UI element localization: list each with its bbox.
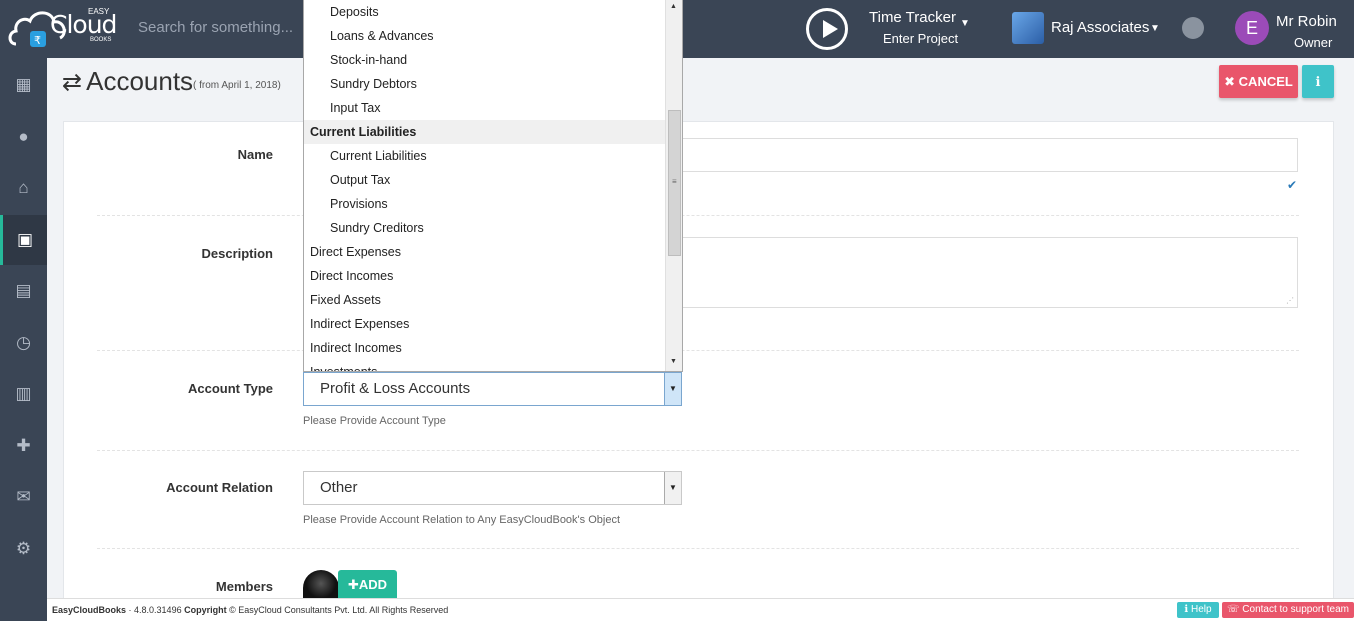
footer: EasyCloudBooks · 4.8.0.31496 Copyright ©… (47, 598, 1354, 621)
dashboard-icon[interactable]: ▦ (0, 60, 47, 110)
dropdown-option[interactable]: Indirect Incomes (304, 336, 666, 360)
newspaper-icon[interactable]: ▥ (0, 369, 47, 419)
support-label: Contact to support team (1242, 604, 1350, 615)
dropdown-option[interactable]: Fixed Assets (304, 288, 666, 312)
caret-down-icon[interactable]: ▼ (960, 18, 970, 29)
user-icon[interactable]: ● (0, 112, 47, 162)
divider (97, 450, 1299, 451)
dropdown-option[interactable]: Sundry Debtors (304, 72, 666, 96)
account-type-label: Account Type (188, 381, 273, 396)
info-icon: ℹ (1315, 74, 1321, 89)
account-type-dropdown-list[interactable]: Investments Indirect Incomes Indirect Expe… (303, 0, 683, 372)
scroll-up-arrow-icon[interactable]: ▲ (670, 3, 677, 10)
account-relation-label: Account Relation (166, 480, 273, 495)
account-type-select[interactable]: Profit & Loss Accounts ▼ (303, 372, 682, 406)
account-relation-value: Other (320, 479, 358, 496)
dropdown-option[interactable]: Input Tax (304, 96, 666, 120)
description-label: Description (201, 246, 273, 261)
account-relation-help: Please Provide Account Relation to Any E… (303, 514, 621, 526)
logo-easy-text: EASY (88, 7, 110, 16)
page-title-text: Accounts (86, 66, 194, 96)
divider (97, 350, 1299, 351)
dropdown-option[interactable]: Deposits (304, 0, 666, 24)
select-arrow-icon[interactable]: ▼ (664, 472, 681, 504)
exchange-icon: ⇄ (62, 69, 83, 96)
account-type-help: Please Provide Account Type (303, 415, 446, 427)
user-avatar[interactable]: E (1235, 11, 1269, 45)
members-label: Members (215, 579, 273, 594)
globe-icon[interactable] (1182, 17, 1204, 39)
document-icon[interactable]: ▤ (0, 266, 47, 316)
select-arrow-icon[interactable]: ▼ (664, 373, 681, 405)
dropdown-option[interactable]: Stock-in-hand (304, 48, 666, 72)
footer-brand: EasyCloudBooks (52, 605, 127, 615)
help-button[interactable]: ℹ Help (1177, 602, 1219, 618)
company-switcher[interactable]: Raj Associates (1051, 19, 1149, 36)
account-type-value: Profit & Loss Accounts (320, 380, 471, 397)
divider (97, 215, 1299, 216)
dropdown-option[interactable]: Direct Incomes (304, 264, 666, 288)
dropdown-option[interactable]: Output Tax (304, 168, 666, 192)
add-member-button[interactable]: ✚ADD (338, 570, 397, 600)
user-name[interactable]: Mr Robin (1276, 13, 1337, 30)
envelope-icon[interactable]: ✉ (0, 472, 47, 522)
add-label: ADD (358, 577, 388, 592)
dropdown-option[interactable]: Direct Expenses (304, 240, 666, 264)
footer-version: · 4.8.0.31496 (126, 605, 185, 615)
page-subtitle: ( from April 1, 2018) (193, 80, 281, 91)
sidebar: ▦ ● ⌂ ▣ ▤ ◷ ▥ ✚ ✉ ⚙ (0, 58, 47, 621)
dropdown-option[interactable]: Current Liabilities (304, 144, 666, 168)
check-icon: ✔ (1287, 178, 1298, 192)
search-input[interactable]: Search for something... (138, 19, 293, 36)
plus-icon[interactable]: ✚ (0, 421, 47, 471)
account-relation-select[interactable]: Other ▼ (303, 471, 682, 505)
bank-icon[interactable]: ⌂ (0, 163, 47, 213)
dropdown-scrollbar[interactable]: ▲ ≡ ▼ (665, 0, 682, 371)
gear-icon[interactable]: ⚙ (0, 524, 47, 574)
help-label: Help (1191, 604, 1212, 615)
logo-books-text: BOOKS (90, 37, 112, 43)
cancel-button[interactable]: ✖ CANCEL (1219, 65, 1298, 98)
dropdown-option[interactable]: Sundry Creditors (304, 216, 666, 240)
member-avatar[interactable] (303, 570, 339, 600)
app-logo[interactable]: ₹ Cloud EASY BOOKS (8, 4, 123, 52)
dropdown-option[interactable]: Investments (304, 360, 666, 371)
time-tracker-project[interactable]: Enter Project (883, 31, 958, 46)
time-tracker-title[interactable]: Time Tracker (869, 9, 956, 26)
clock-icon[interactable]: ◷ (0, 318, 47, 368)
footer-copyright-label: Copyright (184, 605, 227, 615)
dropdown-option[interactable]: Indirect Expenses (304, 312, 666, 336)
caret-down-icon[interactable]: ▼ (1150, 23, 1160, 34)
scroll-down-arrow-icon[interactable]: ▼ (670, 358, 677, 365)
divider (97, 548, 1299, 549)
dropdown-group-header: Current Liabilities (304, 120, 666, 144)
dropdown-option[interactable]: Provisions (304, 192, 666, 216)
briefcase-icon[interactable]: ▣ (0, 214, 47, 265)
user-role: Owner (1294, 35, 1333, 50)
name-label: Name (237, 147, 273, 162)
scrollbar-thumb[interactable]: ≡ (668, 110, 681, 256)
form-panel (63, 121, 1334, 601)
support-button[interactable]: ☏ Contact to support team (1222, 602, 1354, 618)
dropdown-option[interactable]: Loans & Advances (304, 24, 666, 48)
info-button[interactable]: ℹ (1302, 65, 1334, 98)
grip-icon: ≡ (672, 177, 677, 186)
company-logo-icon (1012, 12, 1044, 44)
cancel-label: CANCEL (1238, 74, 1293, 89)
page-title: ⇄ Accounts (62, 66, 193, 97)
svg-text:₹: ₹ (34, 34, 41, 47)
play-icon[interactable] (806, 8, 848, 50)
footer-text: EasyCloudBooks · 4.8.0.31496 Copyright ©… (52, 605, 448, 615)
footer-copyright-text: © EasyCloud Consultants Pvt. Ltd. All Ri… (226, 605, 449, 615)
resize-handle-icon[interactable]: ⋰ (1286, 296, 1294, 305)
